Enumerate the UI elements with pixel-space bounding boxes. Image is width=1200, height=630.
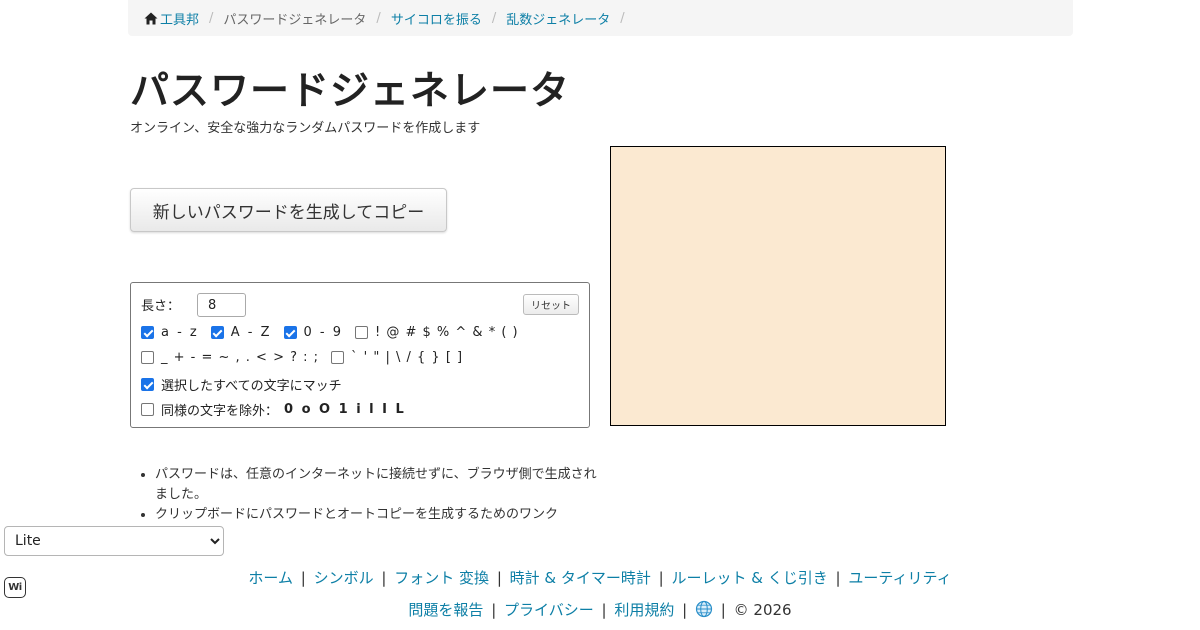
symbols1-checkbox[interactable] bbox=[355, 326, 369, 339]
footer-link-privacy[interactable]: プライバシー bbox=[504, 601, 594, 619]
breadcrumb-current: パスワードジェネレータ bbox=[223, 12, 367, 28]
list-item: パスワードは、任意のインターネットに接続せずに、ブラウザ側で生成されました。 bbox=[155, 465, 600, 505]
footer-link-roulette[interactable]: ルーレット & くじ引き bbox=[672, 569, 828, 587]
list-item: クリップボードにパスワードとオートコピーを生成するためのワンク bbox=[155, 505, 600, 525]
symbols1-label: ! @ # $ % ^ & * ( ) bbox=[375, 325, 519, 340]
page-title: パスワードジェネレータ bbox=[130, 69, 571, 114]
symbols3-label: ` ' " | \ / { } [ ] bbox=[351, 350, 464, 365]
footer-separator: | bbox=[720, 601, 726, 619]
reset-button[interactable]: リセット bbox=[523, 294, 579, 315]
language-globe-link[interactable] bbox=[695, 600, 718, 619]
breadcrumb-separator: / bbox=[620, 10, 625, 26]
footer-separator: | bbox=[601, 601, 607, 619]
language-select[interactable]: Lite bbox=[4, 526, 224, 556]
footer-separator: | bbox=[496, 569, 502, 587]
breadcrumb: 工具邦 / パスワードジェネレータ / サイコロを振る / 乱数ジェネレータ / bbox=[128, 0, 1073, 36]
copyright: © 2026 bbox=[733, 601, 792, 619]
footer-separator: | bbox=[682, 601, 688, 619]
charset-row-1: a - z A - Z 0 - 9 ! @ # $ % ^ & * ( ) bbox=[141, 325, 531, 340]
charset-row-2: _ + - = ~ , . < > ? : ; ` ' " | \ / { } … bbox=[141, 350, 475, 365]
footer-link-terms[interactable]: 利用規約 bbox=[614, 601, 674, 619]
globe-icon bbox=[695, 600, 713, 618]
exclude-similar-checkbox[interactable] bbox=[141, 403, 154, 416]
breadcrumb-home-label: 工具邦 bbox=[160, 12, 200, 28]
symbols3-checkbox[interactable] bbox=[331, 351, 345, 364]
footer-separator: | bbox=[491, 601, 497, 619]
footer-links: ホーム | シンボル | フォント 変換 | 時計 & タイマー時計 | ルーレ… bbox=[0, 567, 1200, 588]
symbols2-checkbox[interactable] bbox=[141, 351, 154, 364]
footer-separator: | bbox=[835, 569, 841, 587]
footer-meta: 問題を報告 | プライバシー | 利用規約 | | © 2026 bbox=[0, 599, 1200, 620]
home-icon bbox=[144, 12, 158, 24]
digits-checkbox[interactable] bbox=[283, 326, 297, 339]
footer-separator: | bbox=[658, 569, 664, 587]
footer-link-report[interactable]: 問題を報告 bbox=[408, 601, 483, 619]
exclude-similar-row: 同様の文字を除外： 0 o O 1 i l I L bbox=[141, 400, 406, 419]
page-subtitle: オンライン、安全な強力なランダムパスワードを作成します bbox=[130, 121, 481, 136]
exclude-similar-label: 同様の文字を除外： bbox=[161, 404, 279, 419]
generate-copy-button[interactable]: 新しいパスワードを生成してコピー bbox=[130, 188, 447, 232]
breadcrumb-home-link[interactable]: 工具邦 bbox=[144, 9, 199, 28]
notes-list: パスワードは、任意のインターネットに接続せずに、ブラウザ側で生成されました。 ク… bbox=[130, 465, 600, 525]
lowercase-label: a - z bbox=[161, 325, 199, 340]
breadcrumb-random-number-link[interactable]: 乱数ジェネレータ bbox=[506, 9, 610, 28]
length-label: 長さ： bbox=[141, 299, 181, 314]
lowercase-checkbox[interactable] bbox=[141, 326, 154, 339]
match-all-row: 選択したすべての文字にマッチ bbox=[141, 375, 354, 394]
footer-link-fonts[interactable]: フォント 変換 bbox=[394, 569, 489, 587]
footer-link-clock[interactable]: 時計 & タイマー時計 bbox=[510, 569, 651, 587]
footer-link-utility[interactable]: ユーティリティ bbox=[848, 569, 951, 587]
breadcrumb-separator: / bbox=[491, 10, 497, 26]
symbols2-label: _ + - = ~ , . < > ? : ; bbox=[161, 350, 320, 365]
length-input[interactable] bbox=[197, 293, 246, 317]
match-all-label: 選択したすべての文字にマッチ bbox=[161, 379, 342, 394]
match-all-checkbox[interactable] bbox=[141, 378, 154, 391]
footer-separator: | bbox=[300, 569, 306, 587]
exclude-similar-chars: 0 o O 1 i l I L bbox=[284, 402, 406, 417]
uppercase-checkbox[interactable] bbox=[210, 326, 224, 339]
footer-separator: | bbox=[381, 569, 387, 587]
footer-link-home[interactable]: ホーム bbox=[248, 569, 293, 587]
digits-label: 0 - 9 bbox=[303, 325, 344, 340]
footer-link-symbols[interactable]: シンボル bbox=[314, 569, 374, 587]
breadcrumb-dice-link[interactable]: サイコロを振る bbox=[391, 9, 482, 28]
uppercase-label: A - Z bbox=[230, 325, 272, 340]
breadcrumb-separator: / bbox=[209, 10, 214, 26]
breadcrumb-separator: / bbox=[376, 10, 381, 26]
ad-placeholder bbox=[610, 146, 946, 426]
options-panel: 長さ： リセット a - z A - Z 0 - 9 ! @ # $ % ^ &… bbox=[130, 282, 590, 428]
